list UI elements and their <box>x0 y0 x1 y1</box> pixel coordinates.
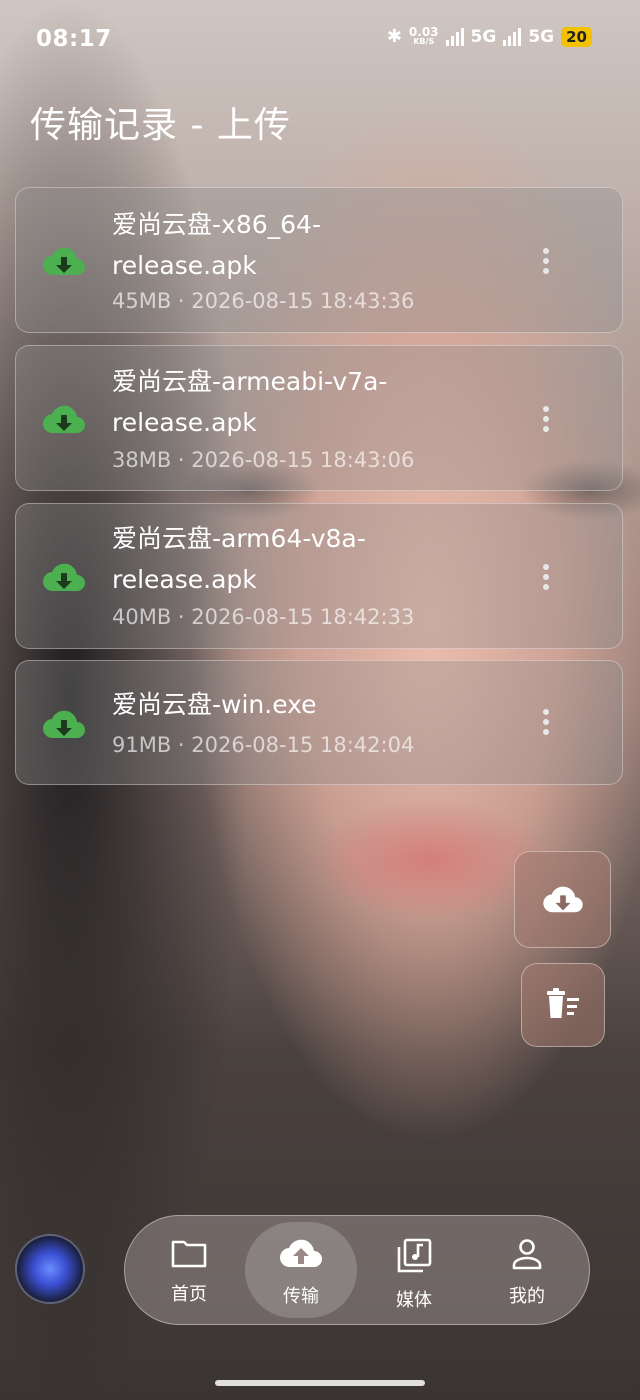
transfer-record-card[interactable]: 爱尚云盘-arm64-v8a-release.apk 40MB · 2026-0… <box>15 503 623 649</box>
record-meta: 91MB · 2026-08-15 18:42:04 <box>112 733 415 757</box>
record-meta: 45MB · 2026-08-15 18:43:36 <box>112 289 415 313</box>
more-options-icon[interactable] <box>542 709 550 735</box>
app-avatar-button[interactable] <box>15 1234 85 1304</box>
nav-label: 媒体 <box>396 1290 432 1311</box>
signal-icon <box>445 27 464 46</box>
folder-icon <box>171 1240 207 1268</box>
transfer-record-card[interactable]: 爱尚云盘-win.exe 91MB · 2026-08-15 18:42:04 <box>15 660 623 785</box>
person-icon <box>512 1239 542 1270</box>
download-fab-button[interactable] <box>514 851 611 948</box>
cloud-download-icon <box>42 405 85 434</box>
nav-label: 我的 <box>509 1286 545 1307</box>
bluetooth-icon: ✱ <box>386 26 402 47</box>
home-indicator[interactable] <box>215 1380 425 1386</box>
bottom-nav: 首页 传输 媒体 我的 <box>124 1215 590 1325</box>
net-speed: 0.03 KB/S <box>408 24 439 46</box>
status-icons: ✱ 0.03 KB/S 5G 5G 20 <box>387 26 592 47</box>
nav-item-home[interactable]: 首页 <box>133 1216 245 1324</box>
nav-label: 首页 <box>171 1284 207 1305</box>
record-meta: 40MB · 2026-08-15 18:42:33 <box>112 605 415 629</box>
cloud-download-icon <box>42 563 85 592</box>
signal-icon-2 <box>503 27 522 46</box>
record-file-name: 爱尚云盘-arm64-v8a-release.apk <box>112 524 366 594</box>
record-file-name: 爱尚云盘-armeabi-v7a-release.apk <box>112 367 388 437</box>
record-file-name: 爱尚云盘-x86_64-release.apk <box>112 210 321 280</box>
cloud-download-icon <box>42 247 85 276</box>
clear-records-button[interactable] <box>521 963 605 1047</box>
cloud-download-icon <box>542 886 583 912</box>
delete-sweep-icon <box>547 988 579 1018</box>
status-bar: 08:17 ✱ 0.03 KB/S 5G 5G 20 <box>0 0 640 80</box>
transfer-record-card[interactable]: 爱尚云盘-armeabi-v7a-release.apk 38MB · 2026… <box>15 345 623 491</box>
battery-indicator: 20 <box>561 26 592 47</box>
cloud-upload-icon <box>279 1239 322 1268</box>
more-options-icon[interactable] <box>542 564 550 590</box>
nav-label: 传输 <box>283 1286 319 1307</box>
network-type-1: 5G <box>470 26 497 47</box>
transfer-record-card[interactable]: 爱尚云盘-x86_64-release.apk 45MB · 2026-08-1… <box>15 187 623 333</box>
media-library-icon <box>397 1238 432 1273</box>
record-meta: 38MB · 2026-08-15 18:43:06 <box>112 448 415 472</box>
nav-item-transfer[interactable]: 传输 <box>245 1222 357 1318</box>
more-options-icon[interactable] <box>542 406 550 432</box>
page-title: 传输记录 - 上传 <box>30 105 291 146</box>
network-type-2: 5G <box>528 26 555 47</box>
nav-item-profile[interactable]: 我的 <box>471 1216 583 1324</box>
cloud-download-icon <box>42 710 85 739</box>
nav-item-media[interactable]: 媒体 <box>358 1216 470 1324</box>
status-time: 08:17 <box>36 26 112 52</box>
record-file-name: 爱尚云盘-win.exe <box>112 690 317 719</box>
more-options-icon[interactable] <box>542 248 550 274</box>
